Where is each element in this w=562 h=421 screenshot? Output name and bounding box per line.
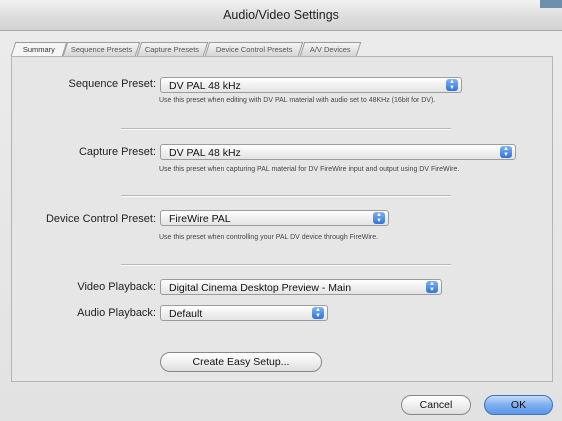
device-control-preset-label: Device Control Preset: — [45, 213, 156, 225]
up-down-arrows-icon: ▲ ▼ — [373, 212, 385, 224]
capture-preset-hint: Use this preset when capturing PAL mater… — [159, 166, 460, 173]
video-playback-value: Digital Cinema Desktop Preview - Main — [169, 282, 352, 294]
capture-preset-label: Capture Preset: — [78, 146, 156, 158]
tab-av-devices[interactable]: A/V Devices — [299, 42, 362, 56]
ok-button[interactable]: OK — [484, 395, 553, 415]
audio-video-settings-window: Audio/Video Settings Summary Sequence Pr… — [0, 0, 562, 421]
audio-playback-value: Default — [169, 308, 203, 320]
title-corner-decoration — [540, 0, 562, 8]
device-control-preset-value: FireWire PAL — [169, 213, 231, 225]
up-down-arrows-icon: ▲ ▼ — [446, 79, 458, 91]
up-down-arrows-icon: ▲ ▼ — [426, 281, 438, 293]
audio-playback-popup[interactable]: Default ▲ ▼ — [160, 305, 328, 321]
up-down-arrows-icon: ▲ ▼ — [312, 307, 324, 319]
separator — [121, 195, 451, 197]
tab-sequence-presets[interactable]: Sequence Presets — [62, 42, 141, 56]
tab-capture-presets[interactable]: Capture Presets — [136, 42, 209, 56]
sequence-preset-label: Sequence Preset: — [68, 78, 156, 90]
sequence-preset-popup[interactable]: DV PAL 48 kHz ▲ ▼ — [160, 77, 462, 93]
capture-preset-popup[interactable]: DV PAL 48 kHz ▲ ▼ — [160, 144, 516, 160]
up-down-arrows-icon: ▲ ▼ — [500, 146, 512, 158]
sequence-preset-value: DV PAL 48 kHz — [169, 80, 241, 92]
video-playback-popup[interactable]: Digital Cinema Desktop Preview - Main ▲ ▼ — [160, 279, 442, 295]
sequence-preset-hint: Use this preset when editing with DV PAL… — [159, 97, 436, 104]
tab-summary[interactable]: Summary — [10, 42, 68, 56]
create-easy-setup-button[interactable]: Create Easy Setup... — [160, 352, 322, 372]
device-control-preset-popup[interactable]: FireWire PAL ▲ ▼ — [160, 210, 389, 226]
separator — [121, 264, 451, 266]
video-playback-label: Video Playback: — [77, 281, 156, 293]
tab-device-control-presets[interactable]: Device Control Presets — [204, 42, 304, 56]
device-control-preset-hint: Use this preset when controlling your PA… — [159, 234, 379, 241]
title-bar[interactable]: Audio/Video Settings — [0, 0, 562, 31]
audio-playback-label: Audio Playback: — [77, 307, 156, 319]
separator — [121, 128, 451, 130]
cancel-button[interactable]: Cancel — [401, 395, 471, 415]
window-title: Audio/Video Settings — [223, 8, 339, 22]
capture-preset-value: DV PAL 48 kHz — [169, 147, 241, 159]
